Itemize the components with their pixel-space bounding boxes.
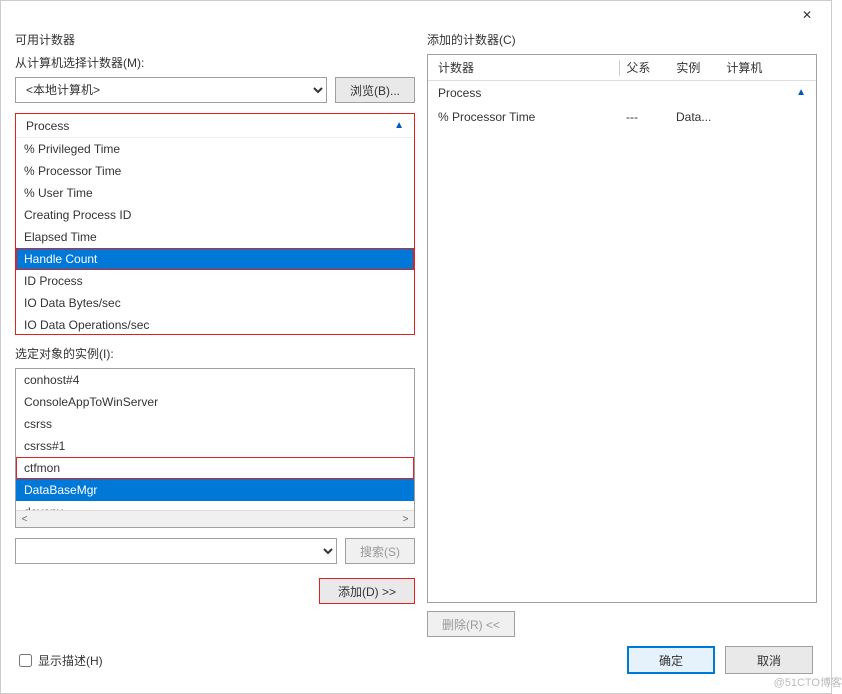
cell-counter: % Processor Time: [432, 110, 620, 124]
cell-parent: ---: [620, 110, 670, 124]
list-item[interactable]: % Privileged Time: [16, 138, 414, 160]
dialog-content: 可用计数器 从计算机选择计数器(M): <本地计算机> 浏览(B)... Pro…: [1, 31, 831, 637]
list-item-selected[interactable]: DataBaseMgr: [16, 479, 414, 501]
show-description-input[interactable]: [19, 654, 32, 667]
list-item[interactable]: % User Time: [16, 182, 414, 204]
table-group-name: Process: [438, 81, 481, 105]
dialog-footer: 显示描述(H) 确定 取消: [1, 637, 831, 693]
scroll-left-icon[interactable]: <: [16, 511, 33, 527]
perf-counter-dialog: ✕ 可用计数器 从计算机选择计数器(M): <本地计算机> 浏览(B)... P…: [0, 0, 832, 694]
cancel-button[interactable]: 取消: [725, 646, 813, 674]
list-item[interactable]: % Processor Time: [16, 160, 414, 182]
table-group-header[interactable]: Process ▲: [428, 81, 816, 105]
show-description-label: 显示描述(H): [38, 652, 103, 669]
list-item-selected[interactable]: Handle Count: [16, 248, 414, 270]
list-item[interactable]: csrss#1: [16, 435, 414, 457]
add-button[interactable]: 添加(D) >>: [319, 578, 415, 604]
counter-listbox[interactable]: Process ▲ % Privileged Time % Processor …: [15, 113, 415, 335]
close-button[interactable]: ✕: [785, 1, 829, 29]
counter-list-scroll[interactable]: % Privileged Time % Processor Time % Use…: [16, 138, 414, 334]
ok-button[interactable]: 确定: [627, 646, 715, 674]
col-instance[interactable]: 实例: [670, 59, 720, 76]
horizontal-scrollbar[interactable]: < >: [16, 510, 414, 527]
instances-listbox[interactable]: conhost#4 ConsoleAppToWinServer csrss cs…: [15, 368, 415, 528]
added-counters-label: 添加的计数器(C): [427, 31, 817, 48]
title-bar: ✕: [1, 1, 831, 31]
col-parent[interactable]: 父系: [620, 59, 670, 76]
added-counters-pane: 添加的计数器(C) 计数器 父系 实例 计算机 Process ▲ % Proc…: [427, 31, 817, 637]
chevron-up-icon: ▲: [394, 114, 404, 138]
list-item[interactable]: ConsoleAppToWinServer: [16, 391, 414, 413]
watermark: @51CTO博客: [774, 674, 842, 690]
list-item[interactable]: conhost#4: [16, 369, 414, 391]
browse-button[interactable]: 浏览(B)...: [335, 77, 415, 103]
scroll-right-icon[interactable]: >: [397, 511, 414, 527]
search-button: 搜索(S): [345, 538, 415, 564]
footer-buttons: 确定 取消: [627, 646, 813, 674]
chevron-up-icon: ▲: [796, 81, 806, 105]
search-combo[interactable]: [15, 538, 337, 564]
close-icon: ✕: [802, 8, 812, 22]
list-item[interactable]: IO Data Operations/sec: [16, 314, 414, 334]
computer-row: <本地计算机> 浏览(B)...: [15, 77, 415, 103]
counter-group-header[interactable]: Process ▲: [16, 114, 414, 138]
table-row[interactable]: % Processor Time --- Data...: [428, 105, 816, 129]
list-item[interactable]: ID Process: [16, 270, 414, 292]
search-row: 搜索(S): [15, 538, 415, 564]
list-item[interactable]: Elapsed Time: [16, 226, 414, 248]
added-counters-table: 计数器 父系 实例 计算机 Process ▲ % Processor Time…: [427, 54, 817, 603]
list-item[interactable]: Creating Process ID: [16, 204, 414, 226]
remove-button: 删除(R) <<: [427, 611, 515, 637]
show-description-checkbox[interactable]: 显示描述(H): [19, 652, 103, 669]
remove-row: 删除(R) <<: [427, 611, 817, 637]
instances-label: 选定对象的实例(I):: [15, 345, 415, 362]
select-computer-label: 从计算机选择计数器(M):: [15, 54, 415, 71]
instances-list-scroll[interactable]: conhost#4 ConsoleAppToWinServer csrss cs…: [16, 369, 414, 510]
cell-instance: Data...: [670, 110, 720, 124]
col-counter[interactable]: 计数器: [432, 59, 619, 76]
computer-select[interactable]: <本地计算机>: [15, 77, 327, 103]
available-counters-pane: 可用计数器 从计算机选择计数器(M): <本地计算机> 浏览(B)... Pro…: [15, 31, 415, 637]
list-item[interactable]: IO Data Bytes/sec: [16, 292, 414, 314]
list-item[interactable]: csrss: [16, 413, 414, 435]
list-item[interactable]: ctfmon: [16, 457, 414, 479]
col-computer[interactable]: 计算机: [720, 59, 812, 76]
available-counters-label: 可用计数器: [15, 31, 415, 48]
add-row: 添加(D) >>: [15, 578, 415, 604]
counter-group-name: Process: [26, 114, 69, 138]
list-item[interactable]: devenv: [16, 501, 414, 510]
table-header: 计数器 父系 实例 计算机: [428, 55, 816, 81]
